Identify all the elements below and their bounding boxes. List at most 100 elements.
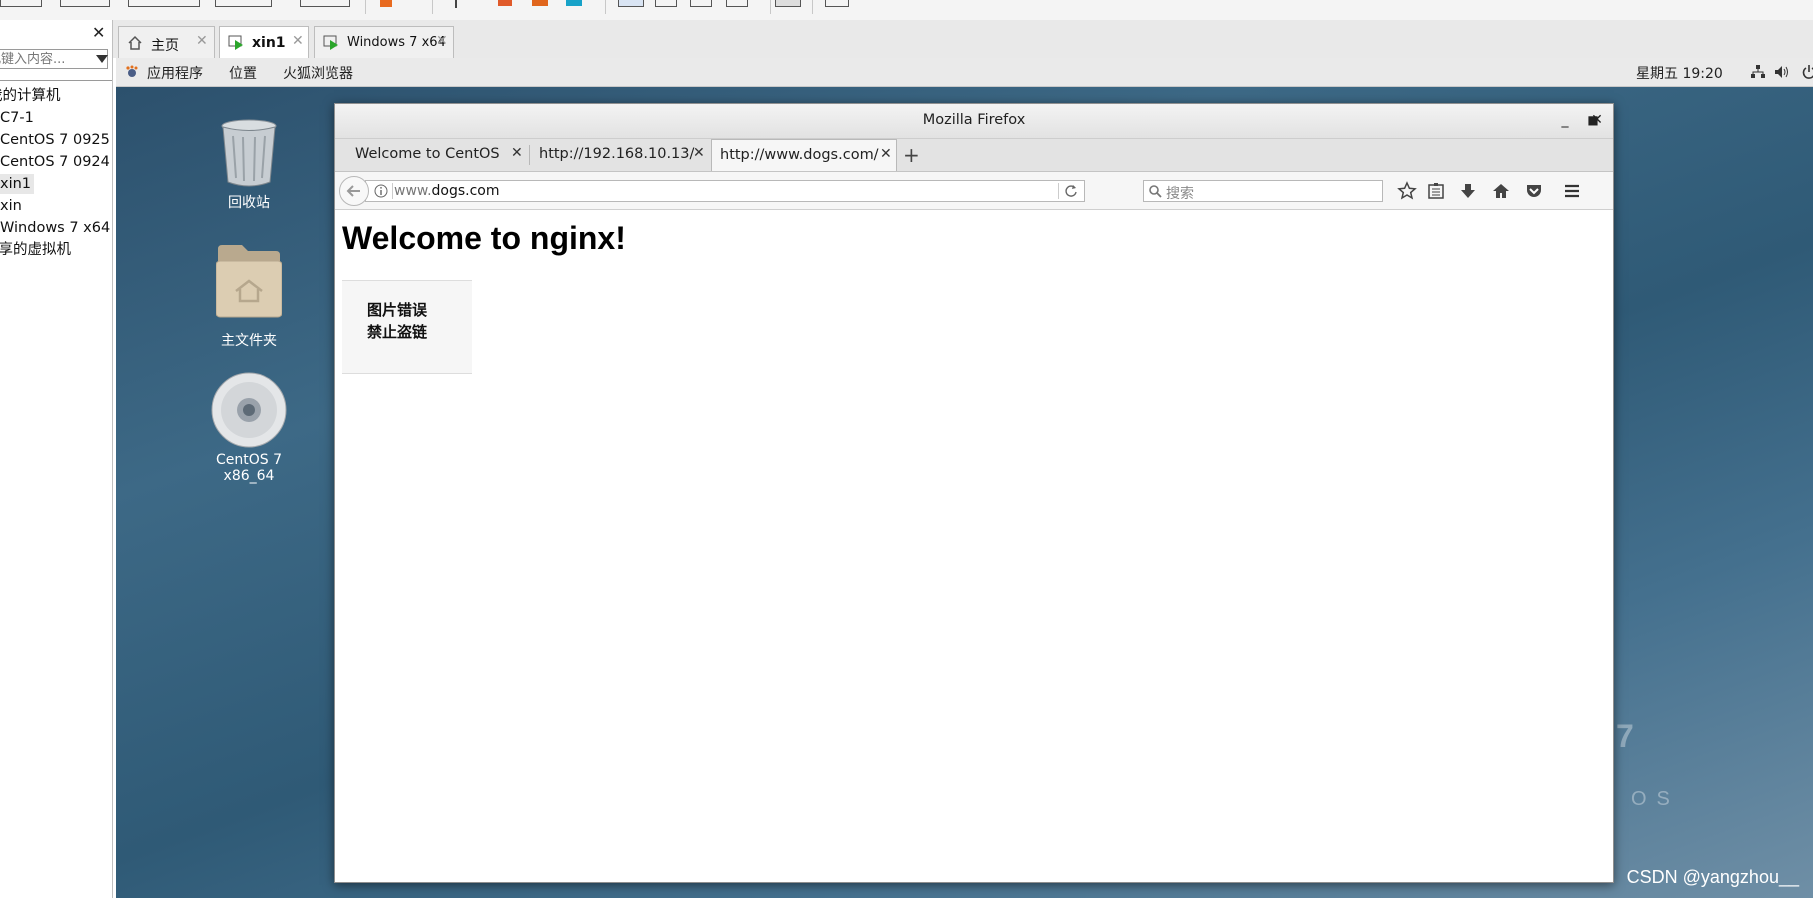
download-icon[interactable] <box>455 0 465 8</box>
pocket-icon[interactable] <box>1524 181 1544 201</box>
page-content: Welcome to nginx! 图片错误 禁止盗链 <box>335 210 1613 882</box>
browser-tab[interactable]: Welcome to CentOS ✕ <box>343 139 529 171</box>
arrow-left-icon <box>346 185 360 197</box>
browser-tab-active[interactable]: http://www.dogs.com/ ✕ <box>711 139 897 171</box>
network-icon[interactable] <box>1750 65 1766 79</box>
broken-image-alt-line1: 图片错误 <box>367 301 428 319</box>
tree-item-label: 我的计算机 <box>0 88 61 104</box>
hamburger-menu-icon[interactable] <box>1562 181 1582 201</box>
menu-remnant[interactable] <box>128 0 200 7</box>
library-search-input[interactable]: 在此键入内容... <box>0 49 108 69</box>
menu-remnant[interactable] <box>300 0 350 7</box>
url-bar[interactable]: www.dogs.com <box>365 180 1085 202</box>
volume-icon[interactable] <box>1774 65 1790 79</box>
reload-icon[interactable] <box>1064 184 1078 198</box>
tree-item-my-computer[interactable]: 我的计算机 <box>0 86 61 106</box>
reading-list-icon[interactable] <box>1426 181 1446 201</box>
close-icon[interactable]: ✕ <box>292 33 304 49</box>
search-icon <box>1149 185 1162 198</box>
search-placeholder: 搜索 <box>1166 186 1194 202</box>
menu-remnant[interactable] <box>0 0 42 7</box>
trash-icon <box>221 119 277 187</box>
firefox-navbar: www.dogs.com 搜索 <box>335 172 1613 210</box>
close-icon[interactable]: ✕ <box>92 23 105 42</box>
tree-item-label: 共享的虚拟机 <box>0 242 71 258</box>
close-icon[interactable]: ✕ <box>880 146 892 162</box>
tree-item-label: CentOS 7 0924 <box>0 154 110 170</box>
tree-item-label: C7-1 <box>0 110 34 126</box>
firefox-launcher[interactable]: 火狐浏览器 <box>283 63 353 83</box>
browser-tab[interactable]: http://192.168.10.13/ ✕ <box>531 139 707 171</box>
window-title: Mozilla Firefox <box>922 112 1026 128</box>
gnome-top-bar: 应用程序 位置 火狐浏览器 星期五 19:20 <box>116 58 1813 87</box>
close-icon[interactable]: ✕ <box>1588 112 1606 128</box>
menu-remnant[interactable] <box>60 0 110 7</box>
close-icon[interactable]: ✕ <box>436 33 448 49</box>
fullscreen-icon[interactable] <box>655 0 677 7</box>
firefox-titlebar[interactable]: Mozilla Firefox _ ■ ✕ <box>335 104 1613 139</box>
console-view-icon[interactable] <box>775 0 801 7</box>
info-icon[interactable] <box>374 184 388 198</box>
tab-label: Windows 7 x64 <box>347 35 446 50</box>
tree-item-label: Windows 7 x64 <box>0 220 111 236</box>
close-icon[interactable]: ✕ <box>511 145 523 161</box>
tab-windows7[interactable]: Windows 7 x64 ✕ <box>314 26 454 58</box>
vm-running-icon <box>228 35 243 50</box>
page-heading: Welcome to nginx! <box>342 220 626 256</box>
clock[interactable]: 星期五 19:20 <box>1636 63 1723 83</box>
close-icon[interactable]: ✕ <box>196 33 208 49</box>
tab-home[interactable]: 主页 ✕ <box>118 26 215 58</box>
tab-xin1[interactable]: xin1 ✕ <box>219 26 309 58</box>
pause-icon[interactable] <box>380 0 392 7</box>
tree-item-vm[interactable]: Windows 7 x64 <box>0 218 110 238</box>
unity-icon[interactable] <box>690 0 712 7</box>
close-icon[interactable]: ✕ <box>693 145 705 161</box>
home-icon[interactable] <box>1491 181 1511 201</box>
download-icon[interactable] <box>1458 181 1478 201</box>
cdrom-desktop-icon[interactable]: CentOS 7 x86_64 <box>194 372 304 484</box>
minimize-button[interactable]: _ <box>1556 112 1574 128</box>
desktop-icon-label: 回收站 <box>228 195 270 211</box>
library-sidebar: ✕ 在此键入内容... 我的计算机 C7-1 CentOS 7 0925 Cen… <box>0 20 113 898</box>
tab-label: 主页 <box>151 38 179 54</box>
back-button[interactable] <box>339 176 369 206</box>
disc-icon <box>211 372 287 448</box>
trash-desktop-icon[interactable]: 回收站 <box>194 118 304 218</box>
tree-item-vm-selected[interactable]: xin1 <box>0 174 35 194</box>
places-menu[interactable]: 位置 <box>229 63 257 83</box>
stretch-icon[interactable] <box>726 0 748 7</box>
revert-snapshot-icon[interactable] <box>532 0 548 6</box>
tree-item-shared-vms[interactable]: 共享的虚拟机 <box>0 240 71 260</box>
home-folder-icon <box>216 245 282 318</box>
applications-menu[interactable]: 应用程序 <box>147 63 203 83</box>
tree-item-vm[interactable]: C7-1 <box>0 108 34 128</box>
menu-remnant[interactable] <box>215 0 272 7</box>
wallpaper-number: 7 <box>1616 718 1644 754</box>
tree-item-vm[interactable]: xin <box>0 196 22 216</box>
home-folder-desktop-icon[interactable]: 主文件夹 <box>194 243 304 353</box>
tree-item-label: CentOS 7 0925 <box>0 132 110 148</box>
desktop-icon-label: 主文件夹 <box>221 333 277 349</box>
chevron-down-icon[interactable] <box>96 55 108 63</box>
vm-running-icon <box>323 35 338 50</box>
desktop-icon-label: CentOS 7 x86_64 <box>215 452 282 484</box>
tab-label: http://www.dogs.com/ <box>720 147 879 163</box>
url-text: www.dogs.com <box>394 183 500 199</box>
tree-item-label: xin1 <box>0 176 32 192</box>
bookmark-star-icon[interactable] <box>1397 181 1417 201</box>
guest-desktop[interactable]: 应用程序 位置 火狐浏览器 星期五 19:20 7 OS 回收站 主文件夹 Ce… <box>116 58 1813 898</box>
view-icon[interactable] <box>618 0 644 7</box>
new-tab-button[interactable]: + <box>903 143 920 167</box>
firefox-tab-strip: Welcome to CentOS ✕ http://192.168.10.13… <box>335 139 1613 172</box>
tree-item-vm[interactable]: CentOS 7 0924 <box>0 152 110 172</box>
tab-label: Welcome to CentOS <box>355 146 500 162</box>
tree-item-vm[interactable]: CentOS 7 0925 <box>0 130 110 150</box>
snapshot-icon[interactable] <box>498 0 512 6</box>
tab-label: http://192.168.10.13/ <box>539 146 695 162</box>
search-input[interactable]: 搜索 <box>1143 180 1383 202</box>
broken-image: 图片错误 禁止盗链 <box>342 280 472 374</box>
snapshot-manager-icon[interactable] <box>566 0 582 6</box>
firefox-window: Mozilla Firefox _ ■ ✕ Welcome to CentOS … <box>334 103 1614 883</box>
power-icon[interactable] <box>1802 65 1813 79</box>
thumbnail-icon[interactable] <box>825 0 849 7</box>
